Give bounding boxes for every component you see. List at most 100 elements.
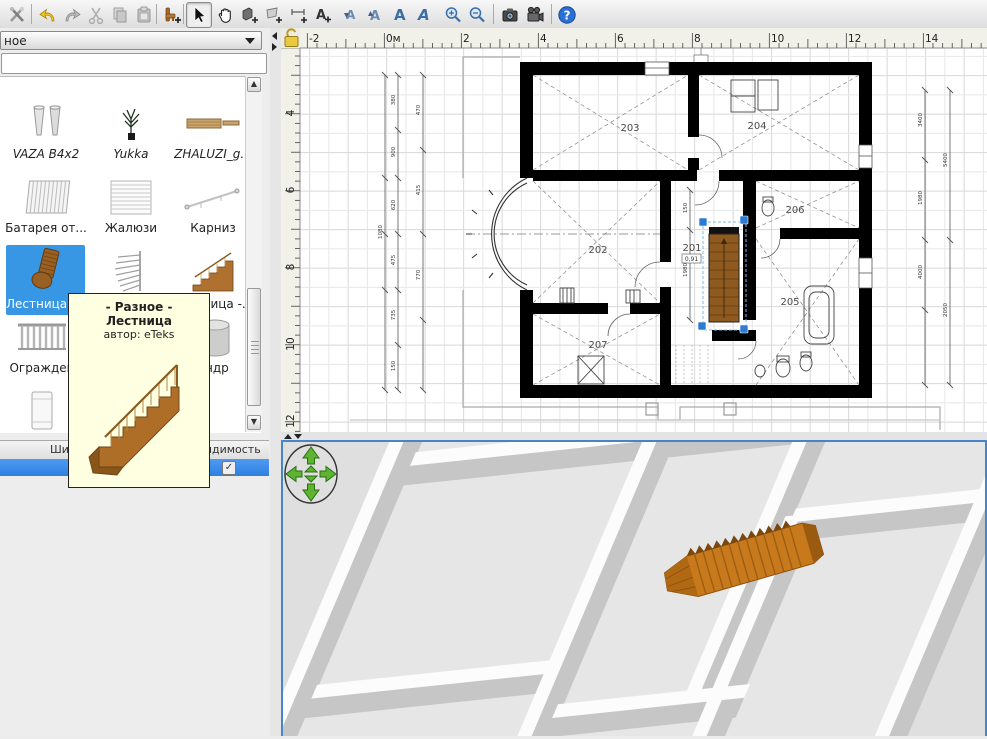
catalog-item-cornice[interactable]: Карниз — [171, 177, 255, 235]
tooltip-author: автор: eTeks — [69, 328, 209, 341]
expand-down-icon[interactable] — [294, 434, 302, 439]
italic-icon: A — [414, 5, 434, 25]
create-dimensions-button[interactable] — [286, 2, 312, 28]
svg-text:10: 10 — [771, 33, 784, 45]
add-text-button[interactable]: A — [310, 2, 336, 28]
create-walls-icon — [240, 5, 260, 25]
plant-icon — [109, 105, 153, 147]
collapse-up-icon[interactable] — [284, 434, 292, 439]
catalog-item-zhaluzi[interactable]: ZHALUZI_g... — [171, 105, 255, 161]
bold-icon: A — [390, 5, 410, 25]
create-rooms-button[interactable] — [261, 2, 287, 28]
paste-button[interactable] — [131, 2, 157, 28]
svg-text:8: 8 — [694, 33, 701, 45]
catalog-item-yukka[interactable]: Yukka — [89, 105, 173, 161]
svg-text:A: A — [394, 6, 406, 24]
svg-text:415: 415 — [416, 184, 422, 195]
italic-button[interactable]: A — [411, 2, 437, 28]
pan-tool-button[interactable] — [212, 2, 238, 28]
plan-2d-view[interactable]: 380 900 620 475 735 150 1080 470 415 770… — [281, 28, 987, 432]
create-video-button[interactable] — [522, 2, 548, 28]
pan-hand-icon — [215, 5, 235, 25]
svg-text:0м: 0м — [386, 33, 401, 45]
undo-icon — [38, 5, 58, 25]
zoom-in-icon — [443, 5, 463, 25]
redo-icon — [62, 5, 82, 25]
svg-text:4: 4 — [540, 33, 547, 45]
help-icon: ? — [557, 5, 577, 25]
tooltip-item-name: Лестница — [69, 314, 209, 328]
curtain-rod-icon — [183, 177, 243, 221]
search-input[interactable] — [1, 53, 267, 74]
decrease-text-size-button[interactable]: A — [338, 2, 364, 28]
svg-text:12: 12 — [848, 33, 861, 45]
svg-text:1980: 1980 — [918, 191, 924, 205]
vase-icon — [24, 105, 68, 147]
copy-button[interactable] — [107, 2, 133, 28]
add-furniture-button[interactable] — [159, 2, 185, 28]
svg-text:150: 150 — [391, 360, 397, 371]
view-3d[interactable] — [281, 441, 987, 736]
house-3d — [281, 441, 987, 736]
expand-right-icon[interactable] — [272, 43, 277, 51]
catalog-scrollbar[interactable]: ▲ ▼ — [245, 76, 262, 432]
fence-icon — [14, 317, 70, 361]
main-toolbar: A A A A A — [0, 0, 987, 29]
svg-text:6: 6 — [617, 33, 624, 45]
svg-text:1980: 1980 — [683, 263, 689, 277]
view-3d-svg — [281, 441, 987, 736]
cut-button[interactable] — [83, 2, 109, 28]
add-furniture-icon — [162, 5, 182, 25]
decrease-text-size-icon: A — [341, 5, 361, 25]
catalog-item-vaza[interactable]: VAZA B4x2 — [4, 105, 88, 161]
svg-text:2: 2 — [463, 33, 470, 45]
room-201-label: 201 — [682, 243, 701, 254]
floor-plan-svg: 380 900 620 475 735 150 1080 470 415 770… — [281, 28, 987, 432]
spiral-staircase-icon — [106, 247, 156, 297]
catalog-tooltip: - Разное - Лестница автор: eTeks — [68, 293, 210, 488]
catalog-item-blinds[interactable]: Жалюзи — [89, 177, 173, 235]
copy-icon — [110, 5, 130, 25]
select-arrow-icon — [189, 5, 209, 25]
visibility-checkbox[interactable]: ✓ — [222, 461, 236, 475]
scrollbar-thumb[interactable] — [247, 288, 261, 406]
redo-button[interactable] — [59, 2, 85, 28]
svg-text:620: 620 — [391, 199, 397, 210]
svg-text:6: 6 — [285, 186, 297, 193]
chevron-down-icon — [245, 38, 255, 44]
collapse-left-icon[interactable] — [272, 32, 277, 40]
increase-text-size-button[interactable]: A — [362, 2, 388, 28]
scroll-up-button[interactable]: ▲ — [247, 77, 261, 92]
horizontal-splitter[interactable] — [281, 432, 987, 441]
zoom-in-button[interactable] — [440, 2, 466, 28]
preferences-button[interactable] — [4, 2, 30, 28]
tooltip-staircase-image — [79, 341, 199, 477]
undo-button[interactable] — [35, 2, 61, 28]
create-rooms-icon — [264, 5, 284, 25]
svg-text:735: 735 — [391, 309, 397, 320]
create-photo-button[interactable] — [497, 2, 523, 28]
cut-icon — [86, 5, 106, 25]
svg-text:770: 770 — [416, 269, 422, 280]
svg-text:A: A — [316, 8, 326, 23]
scroll-down-button[interactable]: ▼ — [247, 415, 261, 430]
select-tool-button[interactable] — [186, 2, 212, 28]
catalog-item-radiator[interactable]: Батарея от... — [4, 177, 88, 235]
svg-text:470: 470 — [416, 104, 422, 115]
bold-button[interactable]: A — [387, 2, 413, 28]
room-204-label: 204 — [747, 121, 766, 132]
svg-text:1080: 1080 — [378, 225, 384, 239]
window-blinds-icon — [107, 177, 155, 221]
staircase-top-icon — [16, 247, 76, 297]
svg-text:12: 12 — [285, 414, 297, 427]
radiator-icon — [20, 177, 72, 221]
help-button[interactable]: ? — [554, 2, 580, 28]
zoom-out-button[interactable] — [464, 2, 490, 28]
svg-text:8: 8 — [285, 264, 297, 271]
svg-text:A: A — [370, 9, 380, 24]
room-205-label: 205 — [780, 297, 799, 308]
paste-icon — [134, 5, 154, 25]
category-combobox[interactable]: ное — [0, 31, 262, 50]
create-walls-button[interactable] — [237, 2, 263, 28]
room-207-label: 207 — [588, 340, 607, 351]
